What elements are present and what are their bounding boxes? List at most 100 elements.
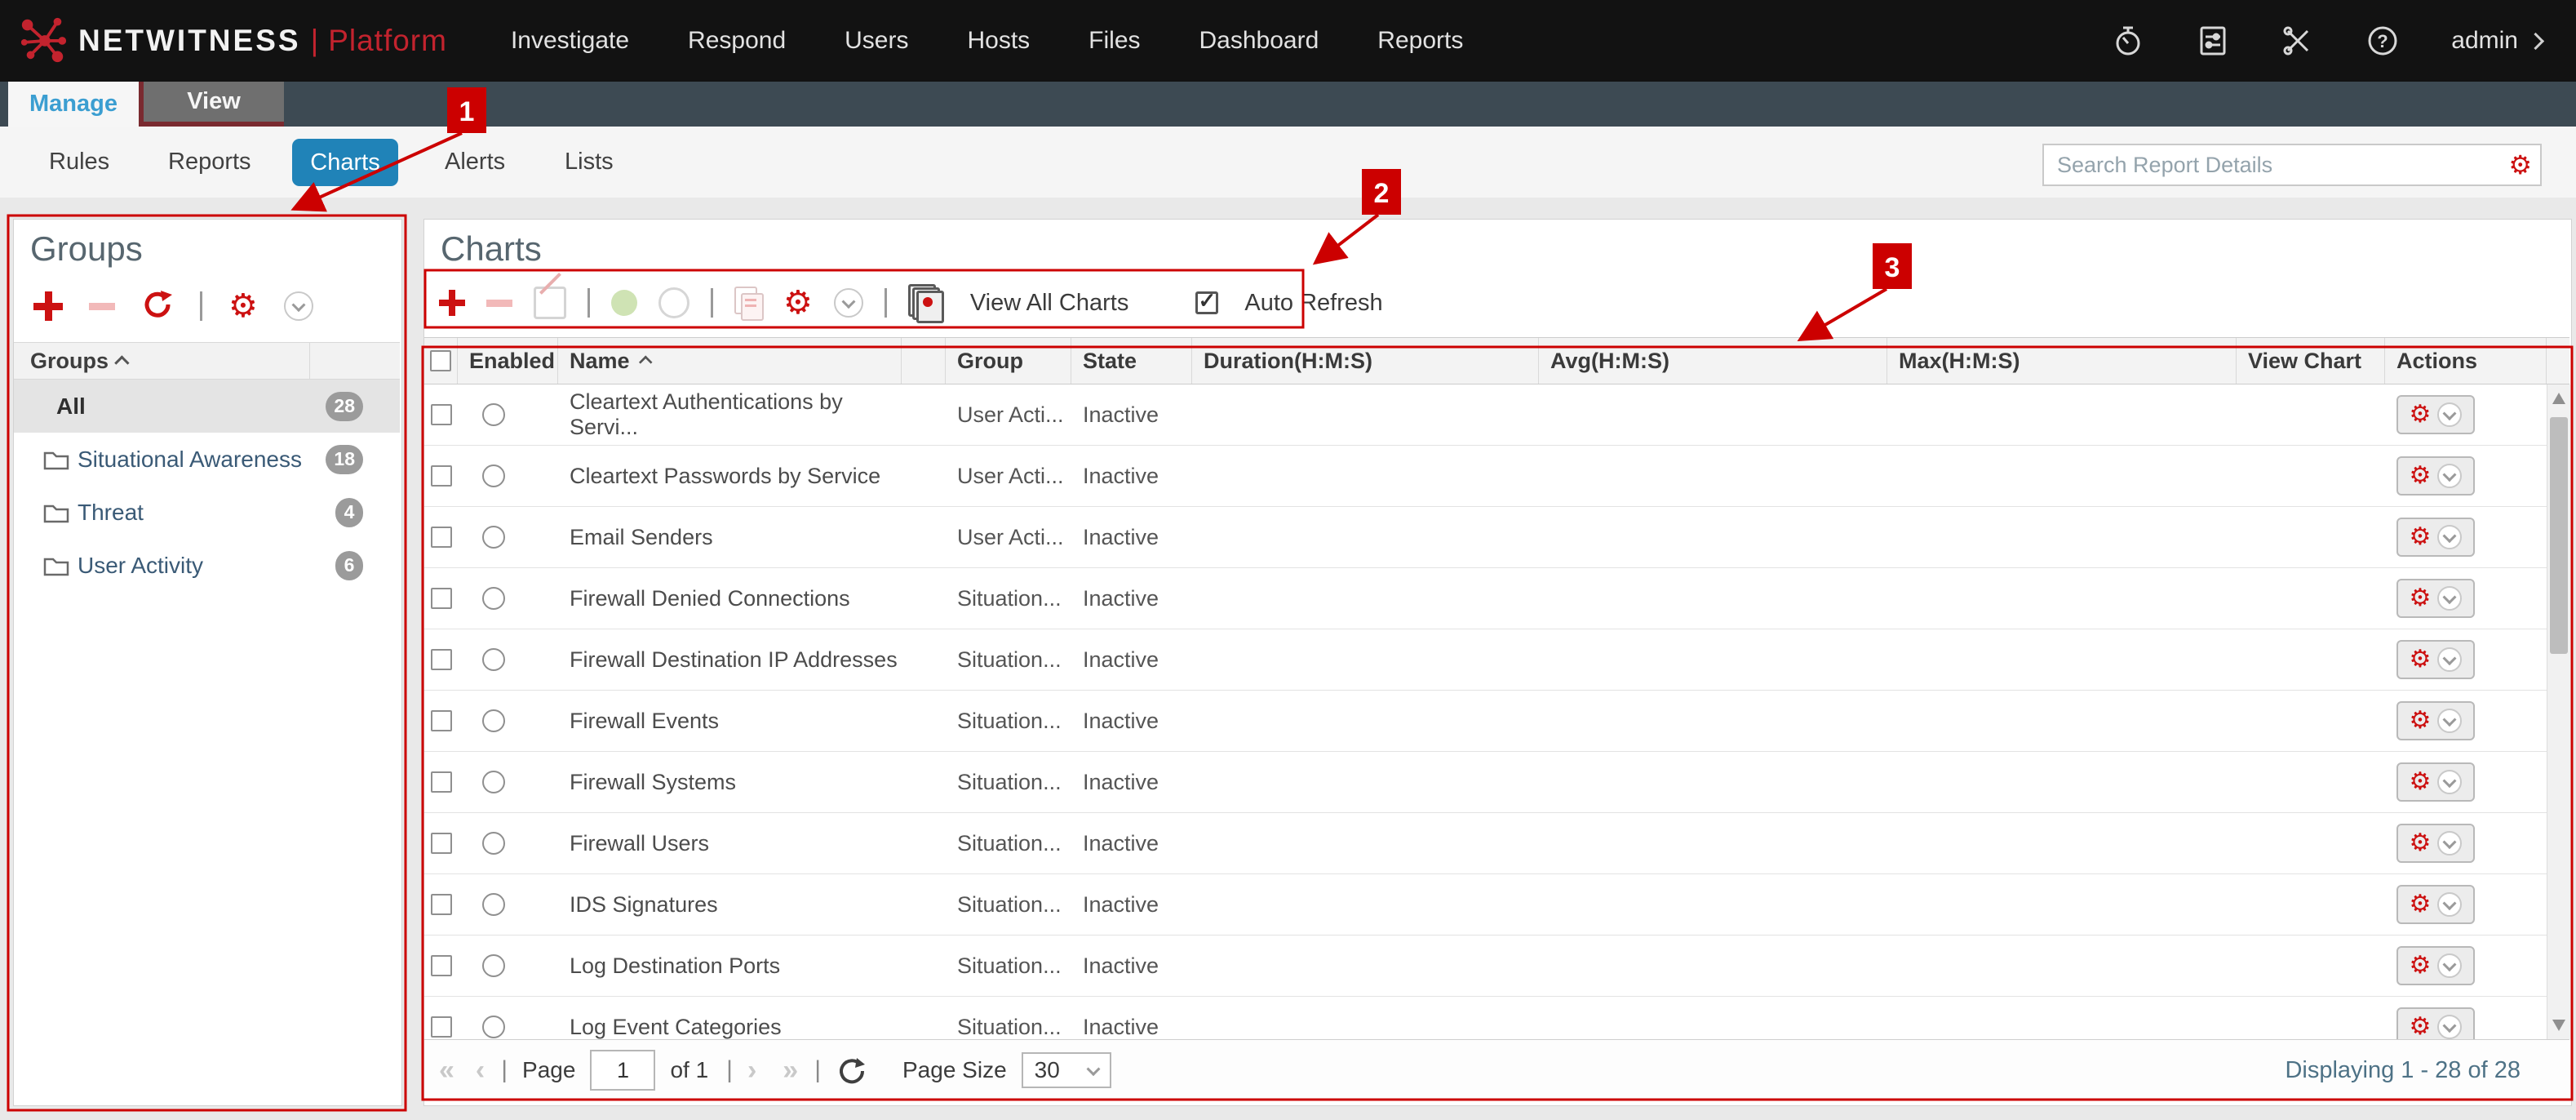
column-header-group[interactable]: Group [946,338,1071,384]
chart-name[interactable]: IDS Signatures [558,892,902,918]
nav-item[interactable]: Investigate [511,27,629,55]
search-input[interactable] [2044,153,2508,178]
chart-table-row[interactable]: Firewall Systems Situation... Inactive ⚙ [424,752,2547,813]
enabled-radio[interactable] [482,587,505,610]
row-checkbox[interactable] [431,527,452,548]
page-number-input[interactable] [590,1050,655,1091]
enabled-radio[interactable] [482,893,505,916]
help-icon[interactable]: ? [2366,24,2399,57]
select-all-checkbox-cell[interactable] [424,338,458,384]
row-actions-button[interactable]: ⚙ [2396,762,2475,802]
nav-item[interactable]: Users [845,27,908,55]
edit-chart-button[interactable] [534,287,566,319]
enabled-radio[interactable] [482,832,505,855]
nav-item[interactable]: Files [1088,27,1140,55]
row-checkbox[interactable] [431,894,452,915]
groups-gear-icon[interactable]: ⚙ [228,290,258,322]
column-header-actions[interactable]: Actions [2385,338,2547,384]
row-actions-button[interactable]: ⚙ [2396,946,2475,985]
chart-table-row[interactable]: Firewall Denied Connections Situation...… [424,568,2547,629]
chart-table-row[interactable]: Log Destination Ports Situation... Inact… [424,936,2547,997]
remove-chart-button[interactable] [486,300,512,307]
enabled-radio[interactable] [482,1016,505,1038]
enabled-radio[interactable] [482,954,505,977]
group-row-all[interactable]: All 28 [14,380,400,433]
row-actions-button[interactable]: ⚙ [2396,1007,2475,1039]
select-all-checkbox[interactable] [430,350,451,371]
tab-manage[interactable]: Manage [8,82,139,127]
row-actions-button[interactable]: ⚙ [2396,456,2475,496]
page-size-select[interactable]: 30 [1022,1052,1111,1088]
chart-name[interactable]: Firewall Destination IP Addresses [558,647,902,673]
enabled-radio[interactable] [482,709,505,732]
refresh-table-button[interactable] [836,1055,867,1086]
chart-name[interactable]: Email Senders [558,525,902,550]
auto-refresh-checkbox[interactable] [1195,291,1218,314]
column-header-enabled[interactable]: Enabled [458,338,558,384]
row-checkbox[interactable] [431,833,452,854]
enabled-radio[interactable] [482,648,505,671]
column-header-state[interactable]: State [1071,338,1192,384]
row-actions-button[interactable]: ⚙ [2396,824,2475,863]
enabled-radio[interactable] [482,771,505,793]
column-header-view-chart[interactable]: View Chart [2237,338,2385,384]
chart-name[interactable]: Cleartext Authentications by Servi... [558,389,902,440]
duplicate-chart-button[interactable] [734,287,762,319]
row-checkbox[interactable] [431,465,452,487]
tab-view[interactable]: View [144,82,284,122]
chart-name[interactable]: Firewall Events [558,709,902,734]
user-menu[interactable]: admin [2451,27,2542,55]
chart-table-row[interactable]: Cleartext Authentications by Servi... Us… [424,384,2547,446]
refresh-groups-button[interactable] [141,288,174,325]
chart-name[interactable]: Firewall Denied Connections [558,586,902,611]
row-checkbox[interactable] [431,1016,452,1038]
preferences-icon[interactable] [2197,24,2229,57]
add-group-button[interactable] [33,291,63,321]
chevron-down-icon[interactable] [284,291,313,321]
scroll-down-arrow[interactable] [2552,1020,2565,1031]
row-actions-button[interactable]: ⚙ [2396,518,2475,557]
brand-logo[interactable]: NETWITNESS | Platform [18,14,447,69]
groups-column-header[interactable]: Groups [14,342,400,380]
row-checkbox[interactable] [431,771,452,793]
chart-table-row[interactable]: Firewall Destination IP Addresses Situat… [424,629,2547,691]
chart-table-row[interactable]: Email Senders User Acti... Inactive ⚙ [424,507,2547,568]
add-chart-button[interactable] [439,290,465,316]
chart-table-row[interactable]: IDS Signatures Situation... Inactive ⚙ [424,874,2547,936]
chevron-down-icon[interactable] [834,288,863,318]
nav-item[interactable]: Reports [1377,27,1463,55]
enable-chart-button[interactable] [611,290,637,316]
chart-name[interactable]: Log Destination Ports [558,953,902,979]
chart-table-row[interactable]: Firewall Events Situation... Inactive ⚙ [424,691,2547,752]
row-checkbox[interactable] [431,404,452,425]
row-checkbox[interactable] [431,588,452,609]
table-scrollbar[interactable] [2547,384,2570,1039]
remove-group-button[interactable] [89,303,115,310]
chart-name[interactable]: Firewall Users [558,831,902,856]
enabled-radio[interactable] [482,403,505,426]
row-checkbox[interactable] [431,955,452,976]
subtab-lists[interactable]: Lists [565,127,614,198]
search-gear-icon[interactable]: ⚙ [2508,152,2532,178]
group-row[interactable]: Situational Awareness 18 [14,433,400,486]
previous-page-button[interactable]: ‹ [476,1055,483,1087]
row-actions-button[interactable]: ⚙ [2396,640,2475,679]
column-header-max[interactable]: Max(H:M:S) [1887,338,2237,384]
disable-chart-button[interactable] [658,287,689,318]
chart-table-row[interactable]: Log Event Categories Situation... Inacti… [424,997,2547,1039]
view-all-charts-button[interactable]: View All Charts [970,290,1129,317]
nav-item[interactable]: Hosts [967,27,1030,55]
chart-table-row[interactable]: Cleartext Passwords by Service User Acti… [424,446,2547,507]
column-header-avg[interactable]: Avg(H:M:S) [1539,338,1887,384]
chart-name[interactable]: Firewall Systems [558,770,902,795]
chart-table-row[interactable]: Firewall Users Situation... Inactive ⚙ [424,813,2547,874]
enabled-radio[interactable] [482,464,505,487]
subtab-alerts[interactable]: Alerts [445,127,505,198]
row-actions-button[interactable]: ⚙ [2396,579,2475,618]
view-all-charts-icon[interactable] [908,284,944,322]
row-actions-button[interactable]: ⚙ [2396,395,2475,434]
timer-icon[interactable] [2112,24,2144,57]
charts-gear-icon[interactable]: ⚙ [783,287,813,319]
subtab-rules[interactable]: Rules [49,127,109,198]
enabled-radio[interactable] [482,526,505,549]
